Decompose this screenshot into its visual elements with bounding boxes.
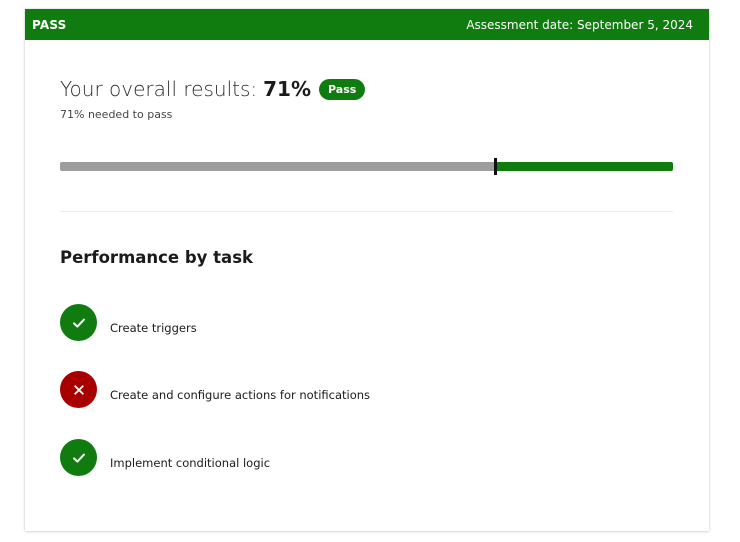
needed-to-pass: 71% needed to pass (60, 108, 173, 121)
task-item: Create and configure actions for notific… (60, 371, 370, 408)
cross-icon (60, 371, 97, 408)
assessment-date: Assessment date: September 5, 2024 (466, 18, 693, 32)
task-label: Create and configure actions for notific… (110, 387, 371, 402)
score-progress-bar (60, 158, 673, 175)
task-item: Implement conditional logic (60, 439, 270, 476)
results-label: Your overall results: (60, 77, 258, 101)
progress-track (60, 162, 495, 171)
assessment-date-value: September 5, 2024 (577, 17, 693, 32)
check-icon (60, 304, 97, 341)
check-icon (60, 439, 97, 476)
results-card: PASS Assessment date: September 5, 2024 … (25, 9, 709, 531)
overall-results: Your overall results: 71% Pass (60, 77, 366, 101)
performance-title: Performance by task (60, 248, 253, 267)
status-text: PASS (32, 17, 67, 32)
progress-fill (495, 162, 673, 171)
status-bar: PASS Assessment date: September 5, 2024 (25, 9, 709, 40)
assessment-date-label: Assessment date: (466, 17, 574, 32)
results-score: 71% (263, 77, 311, 101)
pass-threshold-marker (494, 158, 497, 175)
pass-badge: Pass (319, 78, 366, 100)
divider (60, 211, 673, 212)
task-label: Implement conditional logic (110, 455, 271, 470)
task-item: Create triggers (60, 304, 197, 341)
task-label: Create triggers (110, 320, 197, 335)
